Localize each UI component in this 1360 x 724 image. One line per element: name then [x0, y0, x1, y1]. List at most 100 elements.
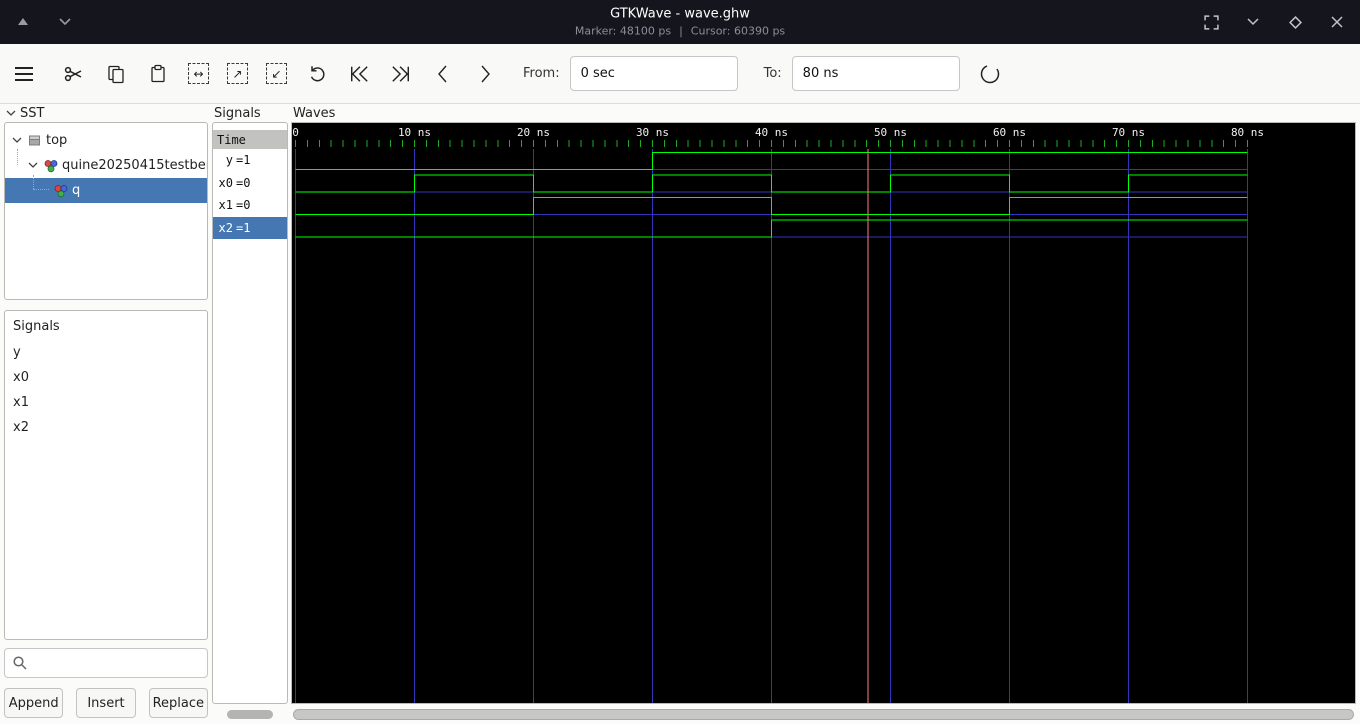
sst-label: SST: [20, 105, 45, 121]
window-title: GTKWave - wave.ghw: [610, 6, 750, 22]
replace-button[interactable]: Replace: [148, 688, 208, 718]
module-icon: [43, 159, 58, 173]
copy-button[interactable]: [104, 62, 128, 86]
insert-button[interactable]: Insert: [76, 688, 136, 718]
svg-text:80 ns: 80 ns: [1231, 126, 1264, 139]
chevron-down-icon[interactable]: [56, 13, 74, 31]
toolbar: ↔ ↗ ↙ From: To:: [0, 44, 1360, 104]
time-from-input[interactable]: [569, 56, 738, 91]
scope-box-icon: [27, 134, 42, 148]
wave-name: x1: [218, 198, 233, 213]
svg-text:40 ns: 40 ns: [755, 126, 788, 139]
expander-icon[interactable]: [27, 160, 39, 172]
time-to-input[interactable]: [791, 56, 960, 91]
waves-frame-label: Waves: [291, 104, 1356, 122]
signal-action-buttons: Append Insert Replace: [4, 688, 208, 718]
waves-hscrollbar[interactable]: [291, 704, 1356, 724]
names-label: Signals: [214, 105, 261, 121]
svg-text:10 ns: 10 ns: [398, 126, 431, 139]
menu-button[interactable]: [12, 62, 36, 86]
tree-guide: [17, 149, 18, 165]
main-area: SST top quine20250415testbe q Signals y …: [0, 104, 1360, 724]
sst-sidebar: SST top quine20250415testbe q Signals y …: [4, 104, 208, 724]
cut-button[interactable]: [62, 62, 86, 86]
waves-panel: 0 10 ns 20 ns 30 ns 40 ns 50 ns 60 ns 70 ns 80 n…: [291, 122, 1356, 704]
signal-item-y[interactable]: y: [5, 340, 207, 365]
svg-text:50 ns: 50 ns: [874, 126, 907, 139]
names-frame-label: Signals: [212, 104, 288, 122]
signal-item-label: x0: [13, 370, 29, 385]
signal-item-label: x2: [13, 420, 29, 435]
close-icon[interactable]: [1328, 13, 1346, 31]
tree-guide: [33, 175, 34, 189]
signal-item-label: y: [13, 345, 21, 360]
signal-filter-input[interactable]: [4, 648, 208, 678]
svg-text:0: 0: [292, 126, 299, 139]
wave-name-row-y[interactable]: y =1: [213, 149, 287, 172]
sst-node-top[interactable]: top: [5, 128, 207, 153]
names-hscrollbar-thumb[interactable]: [227, 710, 273, 719]
wave-value: =0: [236, 175, 251, 190]
shift-left-icon[interactable]: [431, 62, 455, 86]
tree-node-label: quine20250415testbench: [62, 158, 207, 173]
time-header-bar: Time: [213, 130, 287, 149]
wave-name-row-x2[interactable]: x2 =1: [213, 216, 287, 239]
wave-name: x0: [218, 175, 233, 190]
waves-column: Waves 0 10 ns 20 ns 30 ns 40 ns 50 ns 60 ns 70 …: [291, 104, 1356, 724]
names-hscrollbar[interactable]: [212, 704, 288, 724]
tree-node-label: top: [46, 133, 68, 148]
wave-value: =1: [236, 153, 251, 168]
signal-item-x0[interactable]: x0: [5, 365, 207, 390]
wave-name-row-x1[interactable]: x1 =0: [213, 194, 287, 217]
signals-list-panel: Signals y x0 x1 x2: [4, 310, 208, 640]
zoom-out-icon[interactable]: ↙: [266, 63, 287, 84]
signal-item-x2[interactable]: x2: [5, 415, 207, 440]
wave-name: y: [225, 153, 233, 168]
tree-guide: [33, 189, 49, 190]
zoom-fit-icon[interactable]: ↔: [188, 63, 209, 84]
module-icon: [53, 184, 68, 198]
arrow-up-icon[interactable]: [14, 13, 32, 31]
svg-text:70 ns: 70 ns: [1112, 126, 1145, 139]
signal-filter: [4, 648, 208, 678]
wave-value: =0: [236, 198, 251, 213]
waves-hscrollbar-thumb[interactable]: [293, 709, 1354, 720]
sst-tree: top quine20250415testbench: [4, 122, 208, 300]
fit-to-screen-icon[interactable]: [1202, 13, 1220, 31]
paste-button[interactable]: [146, 62, 170, 86]
waveform-canvas[interactable]: 0 10 ns 20 ns 30 ns 40 ns 50 ns 60 ns 70 ns 80 n…: [292, 123, 1355, 703]
zoom-in-icon[interactable]: ↗: [227, 63, 248, 84]
marker-status: Marker: 48100 ps: [574, 24, 672, 38]
wave-name-row-x0[interactable]: x0 =0: [213, 172, 287, 195]
wave-value: =1: [236, 220, 251, 235]
to-end-icon[interactable]: [389, 62, 413, 86]
sst-node-q[interactable]: q: [5, 178, 207, 203]
svg-text:20 ns: 20 ns: [517, 126, 550, 139]
zoom-undo-icon[interactable]: [305, 62, 329, 86]
append-button[interactable]: Append: [4, 688, 64, 718]
wave-names-panel: Time y =1 x0 =0 x1 =0 x2 =1: [212, 122, 288, 704]
titlebar: GTKWave - wave.ghw Marker: 48100 ps | Cu…: [0, 0, 1360, 44]
window-title-block: GTKWave - wave.ghw Marker: 48100 ps | Cu…: [575, 7, 785, 38]
waves-label: Waves: [293, 105, 336, 121]
sst-frame-label[interactable]: SST: [4, 104, 208, 122]
signal-item-label: x1: [13, 395, 29, 410]
shift-right-icon[interactable]: [473, 62, 497, 86]
sst-node-testbench[interactable]: quine20250415testbench: [5, 153, 207, 178]
tree-node-label: q: [72, 183, 81, 198]
to-start-icon[interactable]: [347, 62, 371, 86]
wave-names-column: Signals Time y =1 x0 =0 x1 =0 x2 =1: [212, 104, 288, 724]
reload-icon[interactable]: [978, 62, 1002, 86]
status-separator: |: [679, 24, 683, 38]
time-header: Time: [213, 123, 287, 149]
signals-list-label: Signals: [13, 319, 60, 334]
svg-text:30 ns: 30 ns: [636, 126, 669, 139]
svg-text:60 ns: 60 ns: [993, 126, 1026, 139]
cursor-status: Cursor: 60390 ps: [690, 24, 786, 38]
to-label: To:: [763, 66, 782, 81]
search-icon: [12, 655, 28, 671]
maximize-icon[interactable]: [1286, 13, 1304, 31]
signal-item-x1[interactable]: x1: [5, 390, 207, 415]
expander-icon[interactable]: [11, 135, 23, 147]
minimize-icon[interactable]: [1244, 13, 1262, 31]
